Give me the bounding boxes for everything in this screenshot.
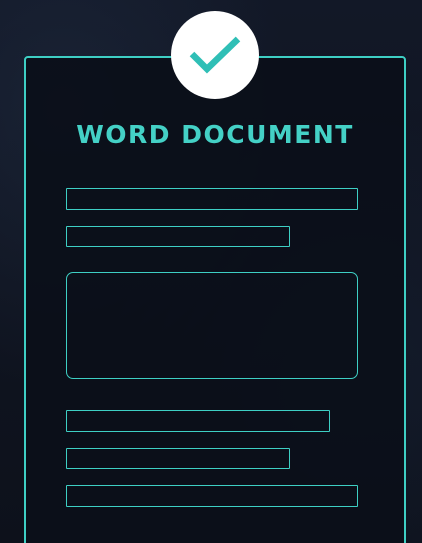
placeholder-line-3 bbox=[66, 410, 330, 432]
placeholder-line-2 bbox=[66, 226, 290, 247]
check-badge bbox=[171, 11, 259, 99]
document-title: WORD DOCUMENT bbox=[76, 120, 354, 149]
placeholder-line-4 bbox=[66, 448, 290, 469]
document-illustration: WORD DOCUMENT bbox=[0, 0, 422, 543]
placeholder-line-1 bbox=[66, 188, 358, 210]
placeholder-image-block bbox=[66, 272, 358, 379]
placeholder-line-5 bbox=[66, 485, 358, 507]
checkmark-icon bbox=[189, 36, 241, 74]
